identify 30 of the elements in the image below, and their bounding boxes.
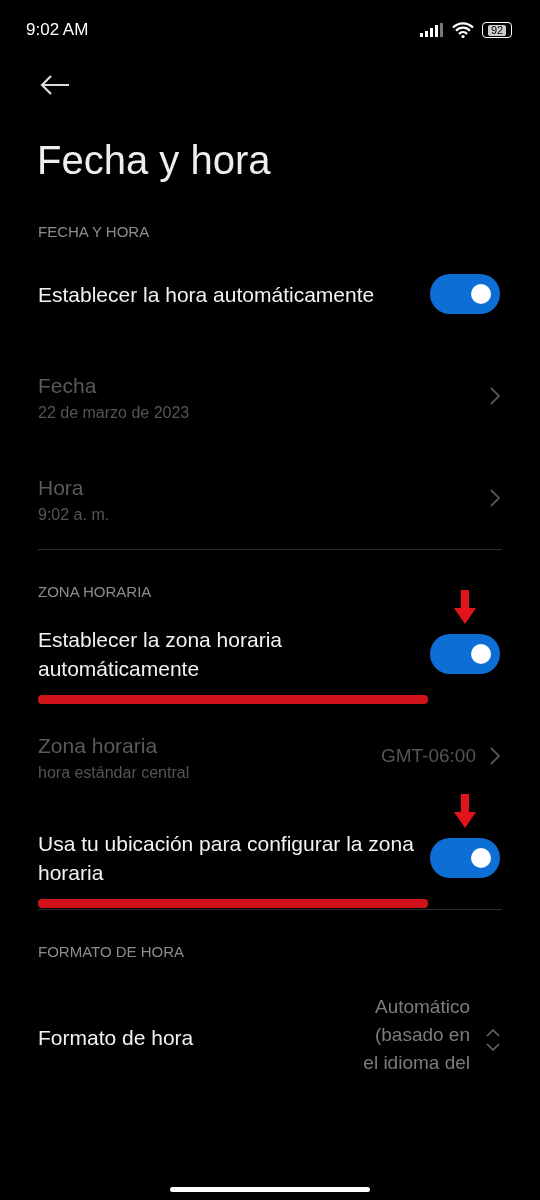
status-time: 9:02 AM <box>26 20 89 40</box>
setting-value: Automático (basado en el idioma del <box>362 995 470 1075</box>
setting-title: Hora <box>38 474 84 501</box>
setting-value: GMT-06:00 <box>380 745 476 767</box>
wifi-icon <box>452 22 474 38</box>
setting-title: Usa tu ubicación para configurar la zona horaria <box>38 831 415 886</box>
section-header: FORMATO DE HORA <box>37 942 186 962</box>
setting-value: hora estándar central <box>38 763 191 782</box>
section-header: FECHA Y HORA <box>37 222 151 242</box>
chevron-right-icon <box>490 747 500 765</box>
section-header: ZONA HORARIA <box>37 582 153 602</box>
chevron-right-icon <box>490 387 500 405</box>
setting-title: Fecha <box>38 372 97 399</box>
toggle-switch[interactable] <box>430 634 500 674</box>
signal-icon <box>420 23 444 37</box>
toggle-switch[interactable] <box>430 838 500 878</box>
setting-title: Establecer la hora automáticamente <box>38 281 375 308</box>
back-icon[interactable] <box>40 75 70 95</box>
arrow-down-icon <box>454 590 476 624</box>
battery-icon: 92 <box>482 22 512 38</box>
setting-value: 9:02 a. m. <box>38 505 111 524</box>
up-down-chevron-icon[interactable] <box>486 1029 500 1051</box>
arrow-down-icon <box>454 794 476 828</box>
setting-title: Zona horaria <box>38 732 158 759</box>
setting-value: 22 de marzo de 2023 <box>38 403 191 422</box>
toggle-switch[interactable] <box>430 274 500 314</box>
page-title: Fecha y hora <box>37 137 272 184</box>
chevron-right-icon <box>490 489 500 507</box>
setting-title: Establecer la zona horaria automáticamente <box>38 627 283 682</box>
setting-title: Formato de hora <box>38 1025 194 1051</box>
